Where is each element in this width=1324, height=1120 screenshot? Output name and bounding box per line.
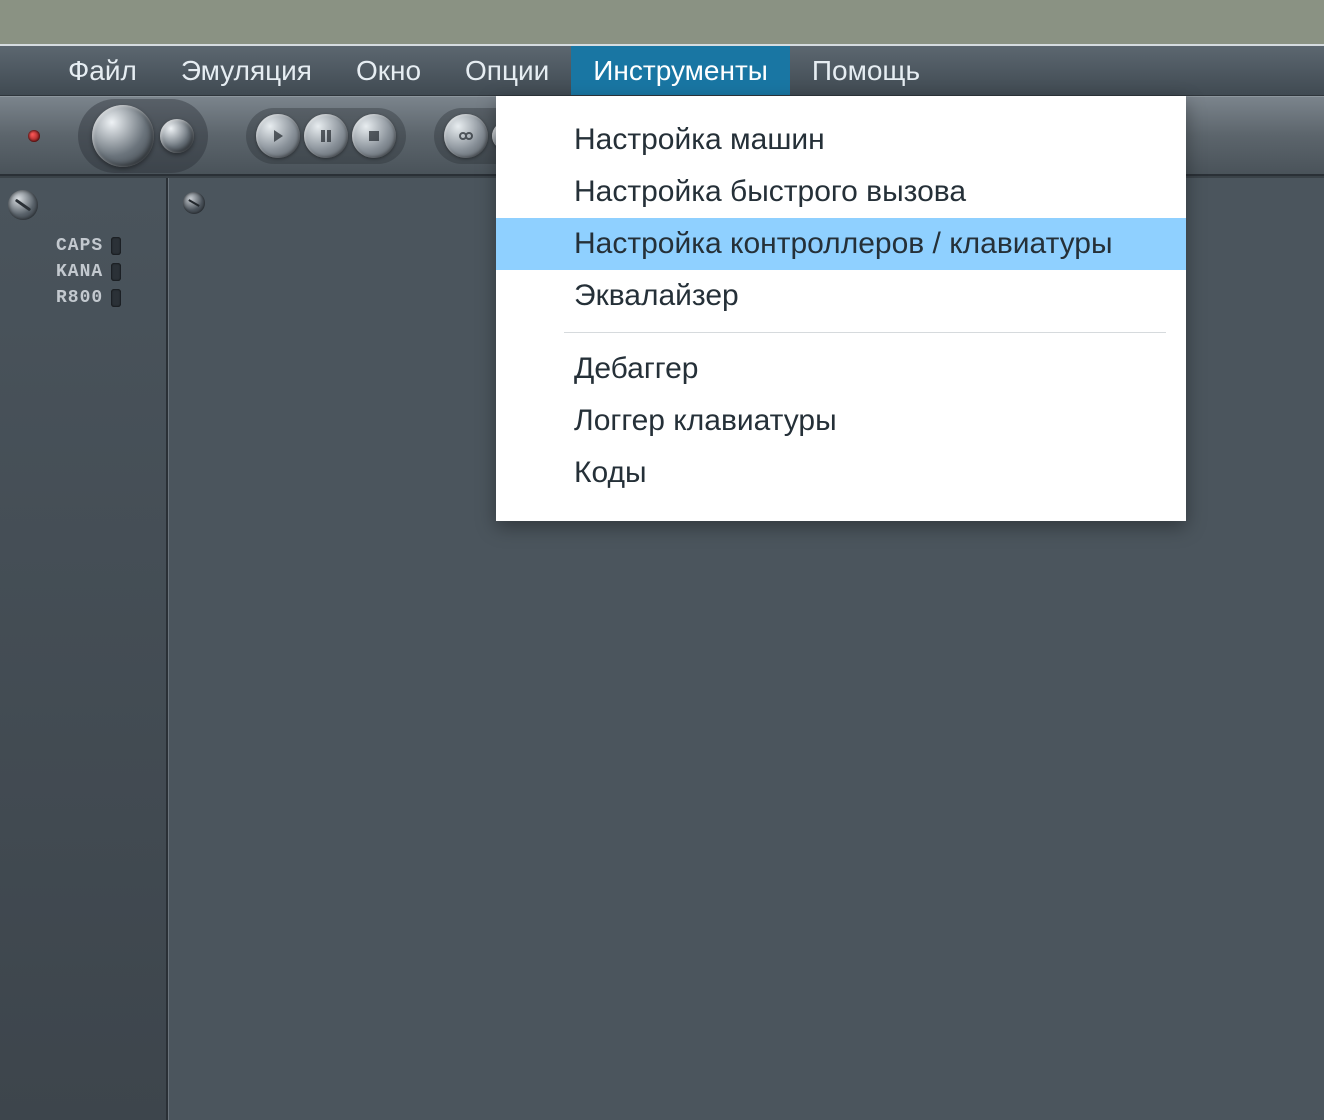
dropdown-item-keylogger[interactable]: Логгер клавиатуры — [496, 395, 1186, 447]
indicator-led-icon — [111, 289, 121, 307]
dropdown-item-debugger[interactable]: Дебаггер — [496, 343, 1186, 395]
menu-options[interactable]: Опции — [443, 46, 571, 95]
menu-window[interactable]: Окно — [334, 46, 443, 95]
dropdown-item-equalizer[interactable]: Эквалайзер — [496, 270, 1186, 322]
play-icon — [270, 128, 286, 144]
dropdown-item-controllers-setup[interactable]: Настройка контроллеров / клавиатуры — [496, 218, 1186, 270]
screw-icon — [183, 192, 205, 214]
pause-icon — [318, 128, 334, 144]
tools-dropdown: Настройка машин Настройка быстрого вызов… — [496, 96, 1186, 521]
stop-icon — [366, 128, 382, 144]
indicator-led-icon — [111, 263, 121, 281]
menu-help[interactable]: Помощь — [790, 46, 942, 95]
menu-tools[interactable]: Инструменты — [571, 46, 790, 95]
playback-controls — [246, 108, 406, 164]
dropdown-item-quickcall-setup[interactable]: Настройка быстрого вызова — [496, 166, 1186, 218]
indicator-led-icon — [111, 237, 121, 255]
dropdown-item-codes[interactable]: Коды — [496, 447, 1186, 499]
dropdown-item-machine-setup[interactable]: Настройка машин — [496, 114, 1186, 166]
menu-file[interactable]: Файл — [46, 46, 159, 95]
stop-button[interactable] — [352, 114, 396, 158]
menubar: Файл Эмуляция Окно Опции Инструменты Пом… — [0, 46, 1324, 96]
indicator-r800: R800 — [56, 288, 158, 308]
knob-group — [78, 99, 208, 173]
indicator-label: CAPS — [56, 236, 103, 256]
indicator-kana: KANA — [56, 262, 158, 282]
menu-emulation[interactable]: Эмуляция — [159, 46, 334, 95]
indicator-caps: CAPS — [56, 236, 158, 256]
screw-icon — [8, 190, 38, 220]
play-button[interactable] — [256, 114, 300, 158]
pause-button[interactable] — [304, 114, 348, 158]
volume-knob[interactable] — [92, 105, 154, 167]
link-icon — [458, 128, 474, 144]
secondary-knob[interactable] — [160, 119, 194, 153]
indicator-label: KANA — [56, 262, 103, 282]
dropdown-separator — [564, 332, 1166, 333]
power-led-icon — [28, 130, 40, 142]
sidebar: CAPS KANA R800 — [0, 178, 168, 1120]
link-button[interactable] — [444, 114, 488, 158]
indicator-label: R800 — [56, 288, 103, 308]
